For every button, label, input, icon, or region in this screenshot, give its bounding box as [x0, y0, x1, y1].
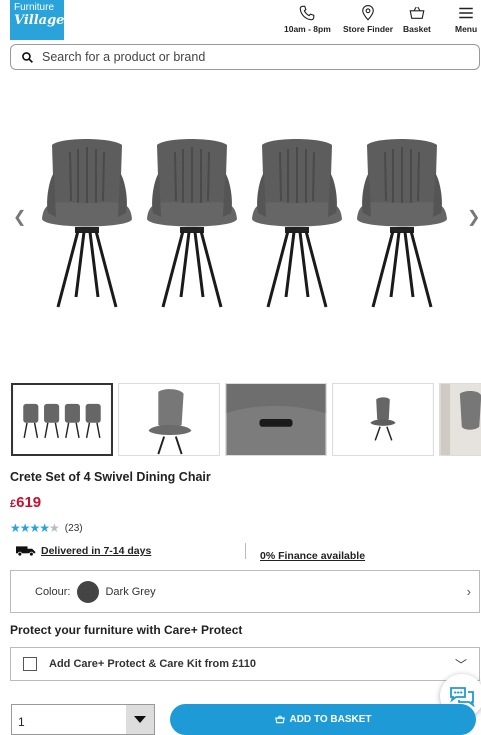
thumbnail-1[interactable] [11, 383, 113, 456]
add-to-basket-label: ADD TO BASKET [289, 714, 372, 725]
opening-hours-link[interactable]: 10am - 8pm [284, 4, 331, 34]
colour-value: Dark Grey [105, 585, 156, 598]
thumbnail-strip [11, 383, 481, 456]
care-plus-label: Add Care+ Protect & Care Kit from £110 [49, 658, 256, 670]
finance-info: 0% Finance available [260, 546, 365, 564]
thumbnail-2[interactable] [118, 383, 220, 456]
thumbnail-image [333, 384, 433, 455]
quantity-select[interactable]: 1 [11, 704, 155, 735]
add-to-basket-button[interactable]: ADD TO BASKET [170, 704, 476, 735]
hours-label: 10am - 8pm [284, 24, 331, 34]
search-icon [22, 51, 33, 63]
colour-label: Colour: [35, 585, 71, 598]
logo-line-2: Village [14, 12, 65, 28]
quantity-value: 1 [18, 715, 25, 729]
thumbnail-image [226, 384, 326, 455]
basket-icon [275, 715, 286, 724]
care-plus-option[interactable]: Add Care+ Protect & Care Kit from £110 ﹀ [10, 647, 480, 681]
quantity-dropdown-button[interactable] [126, 705, 154, 734]
header: Furniture Village 10am - 8pm Store Finde… [0, 0, 481, 44]
colour-selector[interactable]: Colour: Dark Grey › [10, 570, 480, 613]
product-title: Crete Set of 4 Swivel Dining Chair [10, 470, 211, 484]
product-price: £619 [10, 494, 41, 511]
delivery-link[interactable]: Delivered in 7-14 days [41, 545, 151, 557]
gallery-prev-arrow[interactable]: ❮ [13, 207, 26, 227]
thumbnail-4[interactable] [332, 383, 434, 456]
store-finder-label: Store Finder [343, 24, 394, 34]
thumbnail-image [13, 385, 111, 454]
location-pin-icon [362, 5, 374, 21]
product-gallery: ❮ ❯ [0, 75, 481, 375]
basket-label: Basket [403, 24, 431, 34]
delivery-truck-icon [16, 546, 36, 557]
thumbnail-image [440, 384, 481, 455]
thumbnail-3[interactable] [225, 383, 327, 456]
finance-link[interactable]: 0% Finance available [260, 550, 365, 562]
menu-button[interactable]: Menu [455, 4, 477, 34]
thumbnail-5[interactable] [439, 383, 481, 456]
hamburger-icon [459, 7, 473, 19]
basket-link[interactable]: Basket [403, 4, 431, 34]
caret-down-icon [134, 716, 146, 723]
star-rating-icon: ★★★★★ [10, 521, 60, 535]
delivery-info: Delivered in 7-14 days [16, 545, 151, 557]
search-bar[interactable] [10, 44, 480, 70]
menu-label: Menu [455, 24, 478, 34]
price-value: 619 [16, 494, 42, 511]
logo-line-1: Furniture [14, 2, 55, 13]
product-main-image[interactable] [30, 125, 450, 335]
divider [245, 543, 246, 559]
chevron-down-icon[interactable]: ﹀ [455, 656, 467, 673]
chevron-right-icon: › [466, 584, 471, 599]
gallery-next-arrow[interactable]: ❯ [467, 207, 480, 227]
thumbnail-image [119, 384, 219, 455]
logo[interactable]: Furniture Village [10, 0, 64, 40]
review-count: (23) [64, 522, 83, 534]
search-input[interactable] [42, 50, 462, 64]
basket-icon [409, 6, 425, 19]
product-rating[interactable]: ★★★★★ (23) [10, 521, 83, 535]
colour-swatch [77, 580, 100, 603]
phone-icon [300, 5, 315, 21]
protect-heading: Protect your furniture with Care+ Protec… [10, 623, 243, 637]
care-plus-checkbox[interactable] [23, 657, 37, 671]
store-finder-link[interactable]: Store Finder [343, 4, 393, 34]
